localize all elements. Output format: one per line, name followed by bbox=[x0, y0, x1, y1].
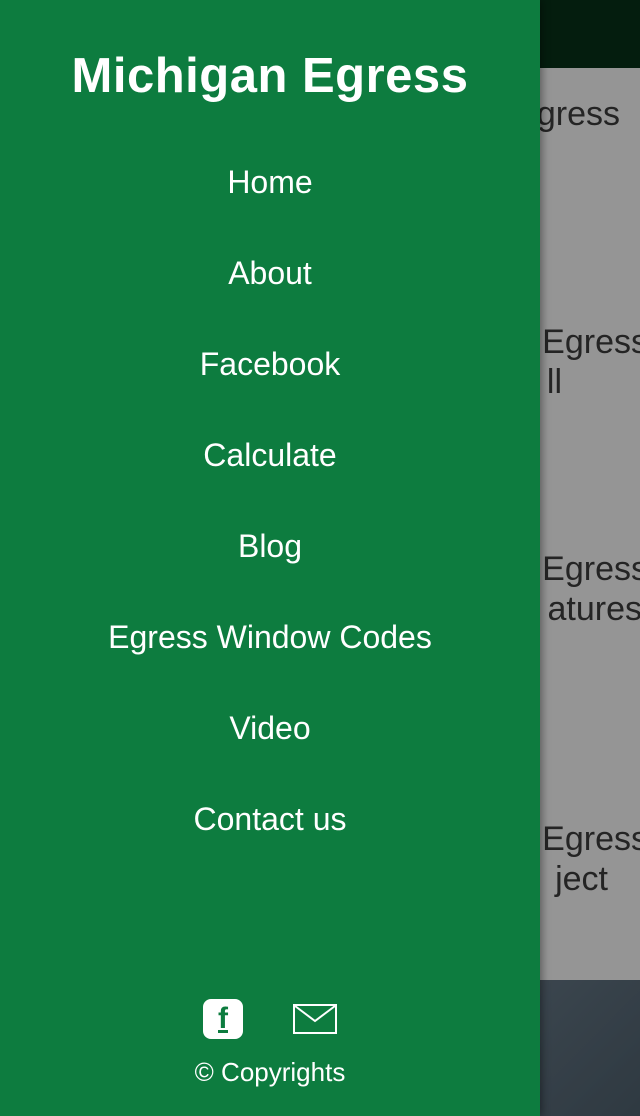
nav-item-contact[interactable]: Contact us bbox=[194, 801, 347, 838]
copyright-text: © Copyrights bbox=[195, 1057, 346, 1088]
drawer-footer: f © Copyrights bbox=[0, 999, 540, 1116]
mail-icon[interactable] bbox=[293, 1004, 337, 1034]
nav-item-about[interactable]: About bbox=[228, 255, 312, 292]
nav-item-video[interactable]: Video bbox=[229, 710, 310, 747]
nav-item-egress-codes[interactable]: Egress Window Codes bbox=[108, 619, 432, 656]
app-title: Michigan Egress bbox=[0, 48, 540, 104]
social-links: f bbox=[203, 999, 337, 1039]
nav-item-blog[interactable]: Blog bbox=[238, 528, 302, 565]
nav-item-calculate[interactable]: Calculate bbox=[203, 437, 336, 474]
nav-item-facebook[interactable]: Facebook bbox=[200, 346, 341, 383]
navigation-drawer: Michigan Egress Home About Facebook Calc… bbox=[0, 0, 540, 1116]
facebook-icon[interactable]: f bbox=[203, 999, 243, 1039]
nav-item-home[interactable]: Home bbox=[227, 164, 312, 201]
nav-list: Home About Facebook Calculate Blog Egres… bbox=[0, 164, 540, 838]
